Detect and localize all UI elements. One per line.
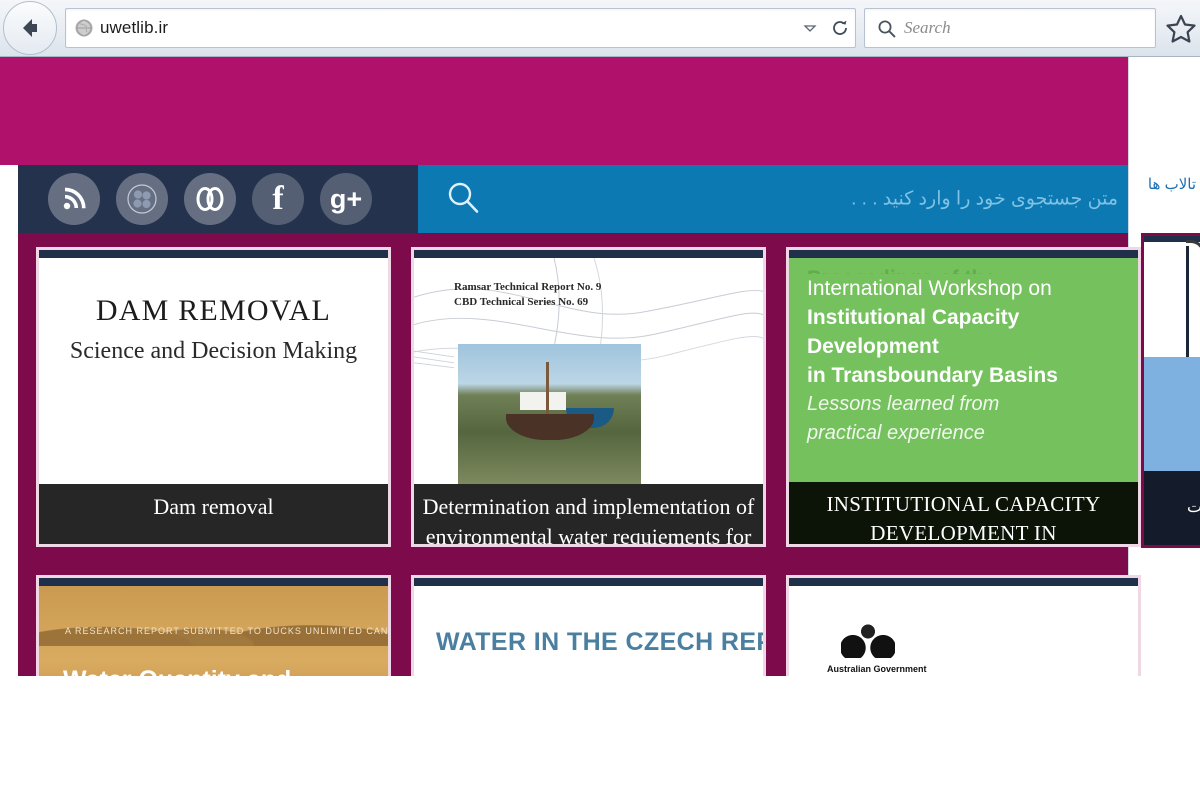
facebook-icon[interactable]: f bbox=[252, 173, 304, 225]
star-icon[interactable] bbox=[1164, 13, 1198, 43]
url-text[interactable]: uwetlib.ir bbox=[100, 18, 795, 38]
coat-of-arms-icon bbox=[841, 624, 895, 658]
card-caption: INSTITUTIONAL CAPACITY DEVELOPMENT IN bbox=[789, 482, 1138, 544]
cover-line-4: Lessons learned from bbox=[807, 393, 1000, 415]
card-topbar bbox=[39, 250, 388, 258]
card-cover-water bbox=[1144, 357, 1200, 477]
back-arrow-icon bbox=[23, 19, 37, 37]
cloob-icon[interactable] bbox=[116, 173, 168, 225]
book-grid: DAM REMOVAL Science and Decision Making … bbox=[18, 233, 1141, 800]
search-icon bbox=[877, 19, 896, 38]
card-topbar bbox=[414, 578, 763, 586]
cover-line-0: Proceedings of the bbox=[807, 264, 1130, 274]
reload-icon[interactable] bbox=[825, 18, 855, 38]
photo-boat bbox=[506, 414, 594, 440]
book-card-dam-removal[interactable]: DAM REMOVAL Science and Decision Making … bbox=[36, 247, 391, 547]
card-topbar bbox=[39, 578, 388, 586]
page-bottom-cutoff bbox=[0, 676, 1200, 800]
card-cover: Proceedings of the International Worksho… bbox=[789, 258, 1138, 544]
aparat-icon[interactable] bbox=[184, 173, 236, 225]
social-icons-strip: f g+ bbox=[18, 165, 418, 233]
back-button[interactable] bbox=[3, 1, 57, 55]
cover-line-1: International Workshop on bbox=[807, 277, 1052, 300]
cover-title: DAM REMOVAL bbox=[95, 294, 332, 327]
site-search-input[interactable]: متن جستجوی خود را وارد کنید . . . bbox=[851, 188, 1118, 211]
photo-mast bbox=[546, 362, 549, 416]
rss-icon[interactable] bbox=[48, 173, 100, 225]
sidebar-heading: تالاب ها bbox=[1147, 176, 1196, 193]
cover-text-block: Proceedings of the International Worksho… bbox=[807, 264, 1130, 448]
search-icon[interactable] bbox=[444, 179, 484, 219]
card-caption: Dam removal bbox=[39, 484, 388, 544]
cover-line-5: practical experience bbox=[807, 422, 985, 444]
card-topbar bbox=[414, 250, 763, 258]
card-topbar bbox=[789, 578, 1138, 586]
cover-photo bbox=[458, 344, 641, 486]
cover-subtitle: Science and Decision Making bbox=[69, 338, 358, 364]
sidebar-book-card[interactable]: بعت bbox=[1141, 233, 1200, 548]
google-plus-icon[interactable]: g+ bbox=[320, 173, 372, 225]
cover-landscape-graphic bbox=[39, 586, 388, 646]
chevron-down-icon[interactable] bbox=[795, 21, 825, 35]
cover-line-1: Ramsar Technical Report No. 9 bbox=[454, 281, 602, 293]
facebook-glyph: f bbox=[272, 180, 284, 217]
photo-building bbox=[520, 392, 566, 410]
card-caption: Determination and implementation of envi… bbox=[414, 484, 763, 544]
site-header-band bbox=[0, 57, 1128, 165]
grid-row: DAM REMOVAL Science and Decision Making … bbox=[18, 247, 1141, 547]
site-search-bar[interactable]: متن جستجوی خود را وارد کنید . . . bbox=[418, 165, 1128, 233]
google-plus-glyph: g+ bbox=[329, 183, 363, 214]
site-toolbar: f g+ متن جستجوی خود را وارد کنید . . . bbox=[18, 165, 1128, 233]
cover-report-number: Ramsar Technical Report No. 9 CBD Techni… bbox=[454, 280, 601, 310]
book-card-institutional-capacity[interactable]: Proceedings of the International Worksho… bbox=[786, 247, 1141, 547]
card-topbar bbox=[789, 250, 1138, 258]
cover-line-2: Institutional Capacity Development bbox=[807, 306, 1020, 358]
card-cover: Ramsar Technical Report No. 9 CBD Techni… bbox=[414, 258, 763, 544]
cover-line-3: in Transboundary Basins bbox=[807, 364, 1058, 387]
card-cover: DAM REMOVAL Science and Decision Making … bbox=[39, 258, 388, 544]
cover-eyebrow: A RESEARCH REPORT SUBMITTED TO DUCKS UNL… bbox=[65, 626, 388, 636]
book-card-ramsar[interactable]: Ramsar Technical Report No. 9 CBD Techni… bbox=[411, 247, 766, 547]
url-bar[interactable]: uwetlib.ir bbox=[65, 8, 856, 48]
cover-label: Australian Government bbox=[827, 664, 927, 674]
page-viewport: تالاب ها بعت bbox=[0, 57, 1200, 800]
cover-title: WATER IN THE CZECH REPUBLIC bbox=[436, 628, 763, 656]
browser-toolbar: uwetlib.ir Search bbox=[0, 0, 1200, 57]
globe-icon bbox=[75, 19, 93, 37]
search-input[interactable]: Search bbox=[904, 18, 951, 38]
card-cover-upper bbox=[1144, 240, 1200, 536]
card-caption: بعت bbox=[1144, 471, 1200, 545]
cover-line-2: CBD Technical Series No. 69 bbox=[454, 296, 589, 308]
browser-search-box[interactable]: Search bbox=[864, 8, 1156, 48]
